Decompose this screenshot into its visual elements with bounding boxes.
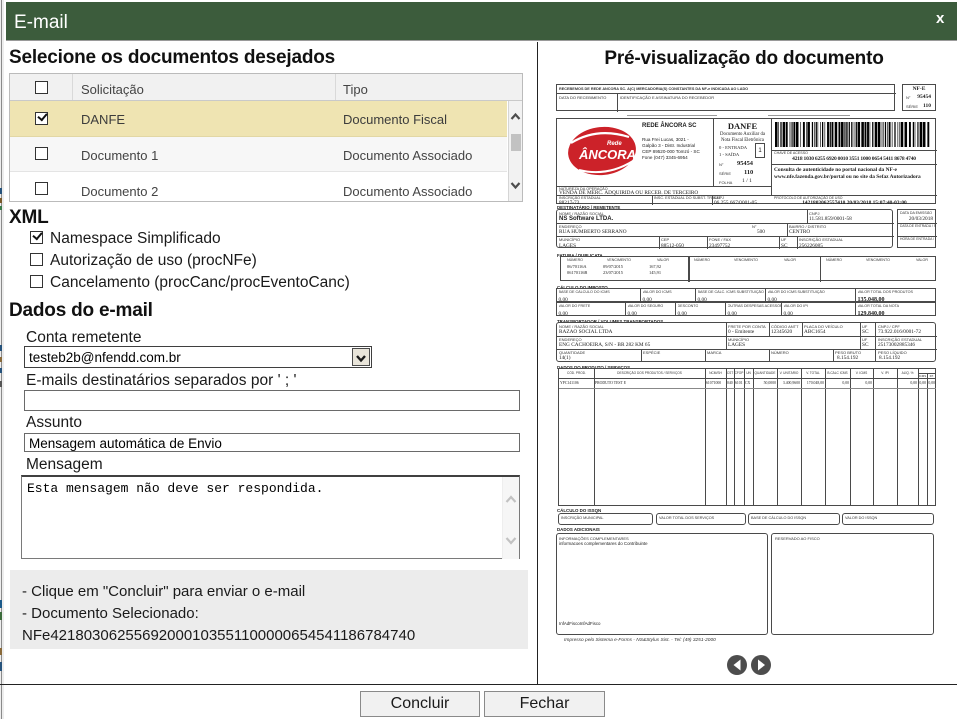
svg-text:ÂNCORA: ÂNCORA [578, 147, 636, 162]
svg-text:Rede: Rede [607, 141, 622, 147]
